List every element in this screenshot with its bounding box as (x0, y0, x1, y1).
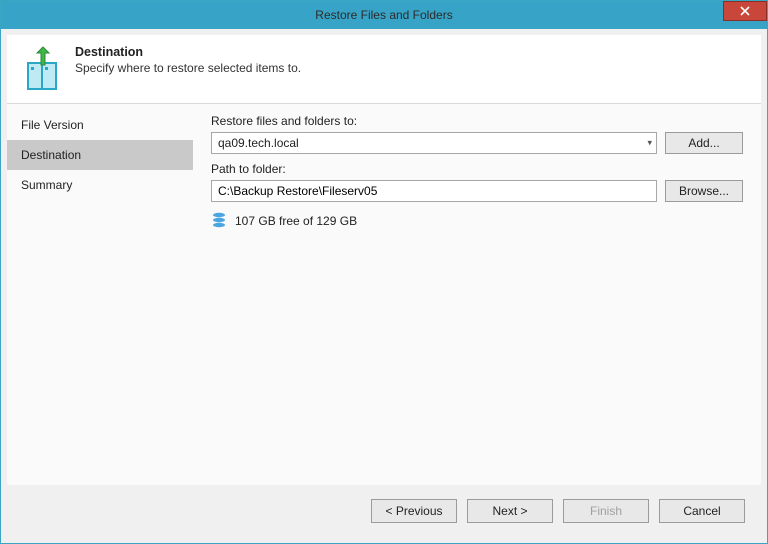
disk-free-row: 107 GB free of 129 GB (211, 212, 743, 230)
wizard-footer: < Previous Next > Finish Cancel (7, 485, 761, 537)
wizard-inner: Destination Specify where to restore sel… (7, 35, 761, 537)
finish-button[interactable]: Finish (563, 499, 649, 523)
page-title: Destination (75, 45, 301, 59)
wizard-header: Destination Specify where to restore sel… (7, 35, 761, 103)
close-button[interactable] (723, 1, 767, 21)
browse-button-label: Browse... (679, 184, 729, 198)
sidebar-item-destination[interactable]: Destination (7, 140, 193, 170)
add-button-label: Add... (688, 136, 719, 150)
sidebar-item-summary[interactable]: Summary (7, 170, 193, 200)
wizard-steps-sidebar: File Version Destination Summary (7, 104, 193, 485)
destination-icon (17, 45, 65, 93)
header-text: Destination Specify where to restore sel… (75, 45, 301, 75)
sidebar-item-file-version[interactable]: File Version (7, 110, 193, 140)
wizard-window: Restore Files and Folders Destination (0, 0, 768, 544)
sidebar-item-label: Destination (21, 148, 81, 162)
close-icon (740, 6, 750, 16)
next-button-label: Next > (492, 504, 527, 518)
path-label: Path to folder: (211, 162, 743, 176)
wizard-main: Restore files and folders to: qa09.tech.… (193, 104, 761, 485)
finish-button-label: Finish (590, 504, 622, 518)
wizard-body: File Version Destination Summary Restore… (7, 103, 761, 485)
page-subtitle: Specify where to restore selected items … (75, 61, 301, 75)
browse-button[interactable]: Browse... (665, 180, 743, 202)
add-button[interactable]: Add... (665, 132, 743, 154)
restore-to-label: Restore files and folders to: (211, 114, 743, 128)
host-combobox[interactable]: qa09.tech.local ▾ (211, 132, 657, 154)
chevron-down-icon: ▾ (647, 138, 652, 149)
disk-stack-icon (211, 212, 227, 230)
window-title: Restore Files and Folders (1, 8, 767, 22)
previous-button-label: < Previous (385, 504, 442, 518)
disk-free-text: 107 GB free of 129 GB (235, 214, 357, 228)
sidebar-item-label: File Version (21, 118, 84, 132)
next-button[interactable]: Next > (467, 499, 553, 523)
sidebar-item-label: Summary (21, 178, 72, 192)
path-input[interactable] (211, 180, 657, 202)
cancel-button[interactable]: Cancel (659, 499, 745, 523)
host-combobox-value: qa09.tech.local (218, 136, 299, 150)
cancel-button-label: Cancel (683, 504, 720, 518)
titlebar: Restore Files and Folders (1, 1, 767, 29)
previous-button[interactable]: < Previous (371, 499, 457, 523)
